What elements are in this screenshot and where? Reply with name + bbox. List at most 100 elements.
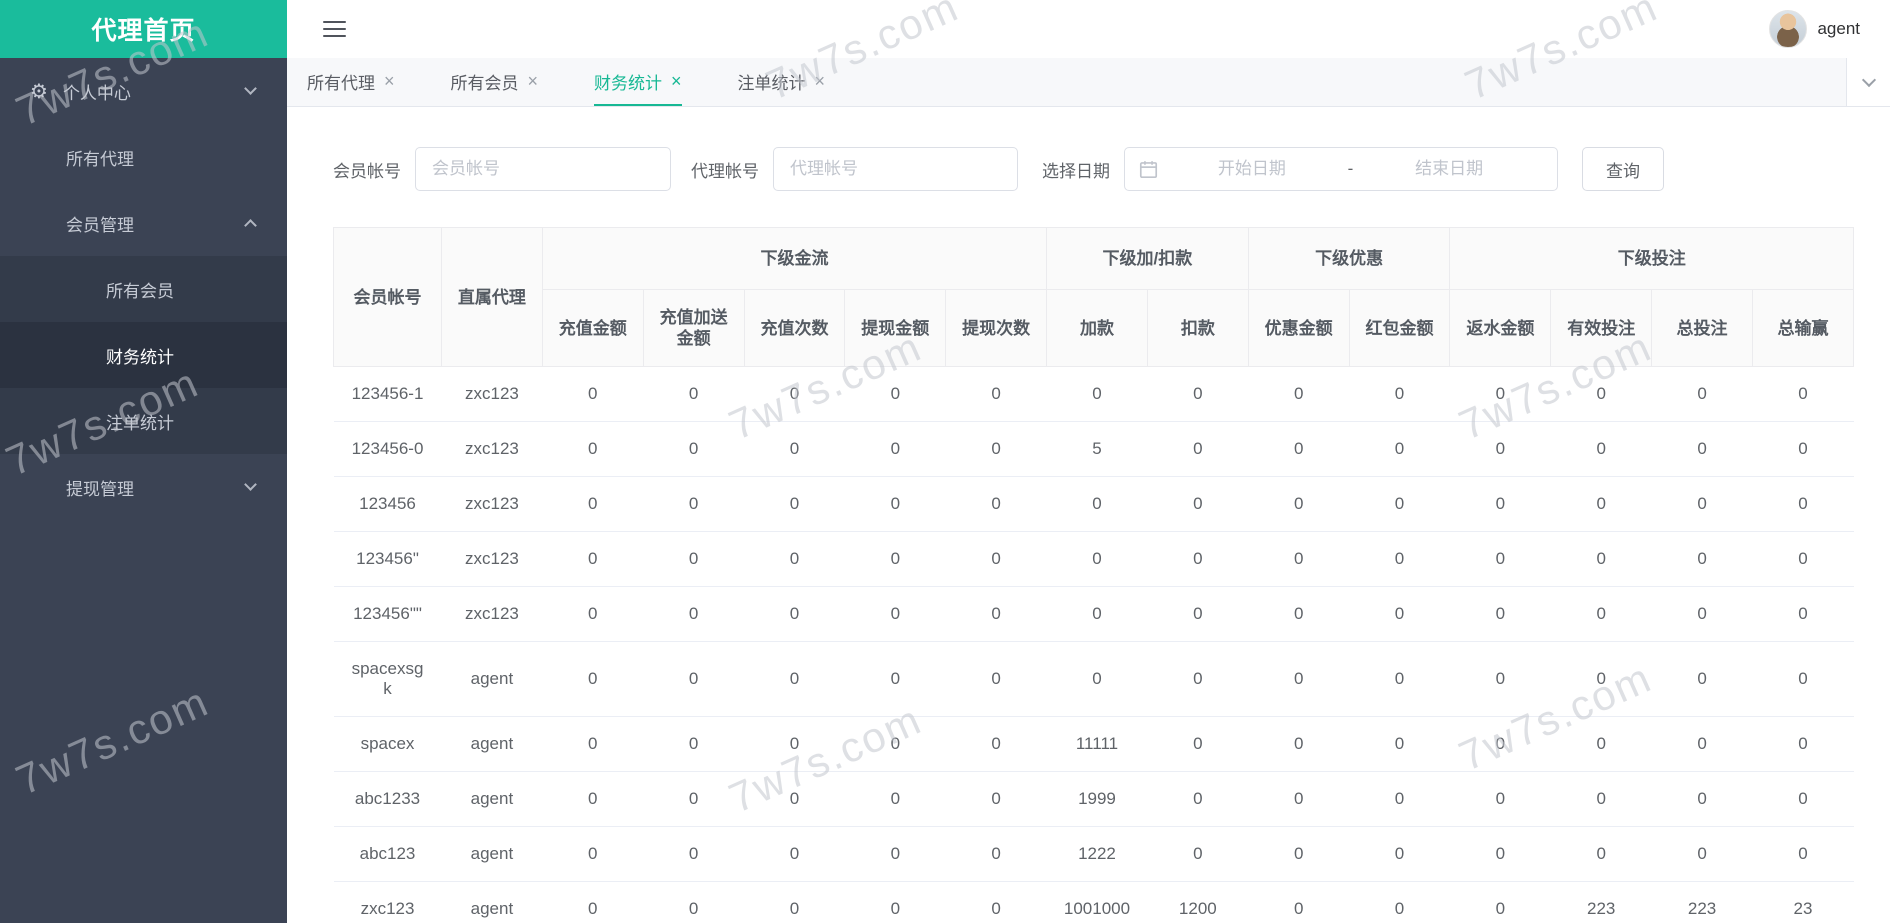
table-cell: 0 bbox=[643, 586, 745, 642]
table-cell: 0 bbox=[1449, 771, 1551, 827]
table-cell: 0 bbox=[1449, 476, 1551, 532]
tab-close-icon[interactable]: × bbox=[671, 72, 682, 90]
table-cell: 5 bbox=[1046, 421, 1148, 477]
table-cell: 0 bbox=[1147, 586, 1249, 642]
table-cell: 0 bbox=[1651, 366, 1753, 422]
table-cell: agent bbox=[441, 771, 543, 827]
table-cell: 0 bbox=[1752, 826, 1854, 882]
end-date-input[interactable] bbox=[1355, 159, 1544, 179]
table-cell: 0 bbox=[744, 476, 845, 532]
table-cell: 0 bbox=[1147, 771, 1249, 827]
table-row: spacex agent 0 0 0 0 0 11111 0 0 0 0 0 0 0 bbox=[333, 716, 1854, 772]
user-menu[interactable]: agent bbox=[1769, 10, 1860, 48]
table-cell: 0 bbox=[542, 771, 644, 827]
table-cell: 0 bbox=[1349, 531, 1450, 587]
table-cell: 0 bbox=[1752, 716, 1854, 772]
table-cell: 0 bbox=[542, 586, 644, 642]
tab-all-members[interactable]: 所有会员 × bbox=[451, 58, 539, 106]
agent-account-input[interactable] bbox=[773, 147, 1018, 191]
table-cell: 0 bbox=[1147, 421, 1249, 477]
table-group-header: 下级投注 bbox=[1449, 227, 1854, 290]
table-cell: 0 bbox=[542, 881, 644, 923]
table-cell: 0 bbox=[945, 826, 1047, 882]
table-cell: 0 bbox=[744, 366, 845, 422]
table-cell: 0 bbox=[945, 476, 1047, 532]
sidebar-item-member-management[interactable]: 会员管理 bbox=[0, 190, 287, 256]
table-group-header: 下级加/扣款 bbox=[1046, 227, 1249, 290]
table-cell: zxc123 bbox=[333, 881, 442, 923]
table-cell: 0 bbox=[1349, 476, 1450, 532]
table-cell: 0 bbox=[1248, 771, 1350, 827]
tab-close-icon[interactable]: × bbox=[384, 72, 395, 90]
table-cell: 0 bbox=[1449, 881, 1551, 923]
sidebar-item-personal-center[interactable]: ⚙ 个人中心 bbox=[0, 58, 287, 124]
table-column-header: 总投注 bbox=[1651, 289, 1753, 367]
table-cell: 0 bbox=[643, 476, 745, 532]
tab-finance-stats[interactable]: 财务统计 × bbox=[594, 58, 682, 106]
table-cell: 0 bbox=[1651, 716, 1753, 772]
table-cell: 0 bbox=[744, 881, 845, 923]
table-cell: agent bbox=[441, 641, 543, 717]
table-cell: 123456-1 bbox=[333, 366, 442, 422]
table-column-header: 直属代理 bbox=[441, 227, 543, 367]
search-button[interactable]: 查询 bbox=[1582, 147, 1664, 191]
table-column-header: 提现金额 bbox=[844, 289, 947, 367]
date-range-picker[interactable]: - bbox=[1124, 147, 1558, 191]
sidebar-item-bet-stats[interactable]: 注单统计 bbox=[0, 388, 287, 454]
chevron-up-icon bbox=[244, 219, 257, 232]
table-cell: 0 bbox=[744, 716, 845, 772]
table-cell: 0 bbox=[1752, 586, 1854, 642]
member-account-label: 会员帐号 bbox=[333, 161, 401, 181]
table-cell: abc1233 bbox=[333, 771, 442, 827]
chevron-down-icon bbox=[1861, 72, 1876, 87]
table-cell: 0 bbox=[744, 826, 845, 882]
table-column-header: 加款 bbox=[1046, 289, 1148, 367]
table-row: 123456" zxc123 0 0 0 0 0 0 0 0 0 0 0 0 0 bbox=[333, 531, 1854, 587]
table-cell: 0 bbox=[1752, 476, 1854, 532]
hamburger-menu-icon[interactable] bbox=[323, 21, 346, 37]
tab-all-agents[interactable]: 所有代理 × bbox=[307, 58, 395, 106]
table-cell: 0 bbox=[1449, 826, 1551, 882]
table-cell: 0 bbox=[1550, 476, 1652, 532]
tab-close-icon[interactable]: × bbox=[528, 72, 539, 90]
table-cell: 0 bbox=[744, 586, 845, 642]
sidebar-item-finance-stats[interactable]: 财务统计 bbox=[0, 322, 287, 388]
table-cell: 0 bbox=[945, 366, 1047, 422]
table-cell: 0 bbox=[744, 421, 845, 477]
sidebar-item-all-members[interactable]: 所有会员 bbox=[0, 256, 287, 322]
table-cell: 0 bbox=[945, 641, 1047, 717]
tabs-collapse-button[interactable] bbox=[1846, 58, 1890, 107]
table-cell: 0 bbox=[1248, 716, 1350, 772]
table-cell: 0 bbox=[1349, 366, 1450, 422]
table-cell: 0 bbox=[1147, 641, 1249, 717]
table-cell: 0 bbox=[1147, 476, 1249, 532]
sidebar-title: 代理首页 bbox=[0, 0, 287, 58]
table-cell: 0 bbox=[542, 366, 644, 422]
table-cell: agent bbox=[441, 826, 543, 882]
sidebar-item-all-agents[interactable]: 所有代理 bbox=[0, 124, 287, 190]
table-cell: 0 bbox=[643, 421, 745, 477]
username: agent bbox=[1817, 19, 1860, 38]
table-cell: 0 bbox=[744, 531, 845, 587]
table-cell: 1200 bbox=[1147, 881, 1249, 923]
table-cell: zxc123 bbox=[441, 366, 543, 422]
sidebar-item-label: 提现管理 bbox=[66, 479, 134, 499]
table-cell: 0 bbox=[1752, 531, 1854, 587]
table-cell: 123456-0 bbox=[333, 421, 442, 477]
table-cell: 0 bbox=[1752, 366, 1854, 422]
tab-close-icon[interactable]: × bbox=[815, 72, 826, 90]
table-row: abc123 agent 0 0 0 0 0 1222 0 0 0 0 0 0 0 bbox=[333, 826, 1854, 882]
table-cell: 0 bbox=[1449, 531, 1551, 587]
sidebar-item-withdrawal-management[interactable]: 提现管理 bbox=[0, 454, 287, 520]
tabs: 所有代理 × 所有会员 × 财务统计 × 注单统计 × bbox=[307, 58, 881, 106]
sidebar: 代理首页 ⚙ 个人中心 所有代理 会员管理 所有会员 财务统计 注单统计提现管理 bbox=[0, 0, 287, 923]
table-cell: 0 bbox=[1349, 881, 1450, 923]
table-cell: 0 bbox=[945, 531, 1047, 587]
gear-icon: ⚙ bbox=[30, 80, 48, 103]
table-cell: 0 bbox=[1248, 366, 1350, 422]
start-date-input[interactable] bbox=[1158, 159, 1346, 179]
tab-bet-stats[interactable]: 注单统计 × bbox=[738, 58, 826, 106]
member-account-input[interactable] bbox=[415, 147, 671, 191]
table-cell: 0 bbox=[643, 771, 745, 827]
table-cell: 0 bbox=[1147, 826, 1249, 882]
